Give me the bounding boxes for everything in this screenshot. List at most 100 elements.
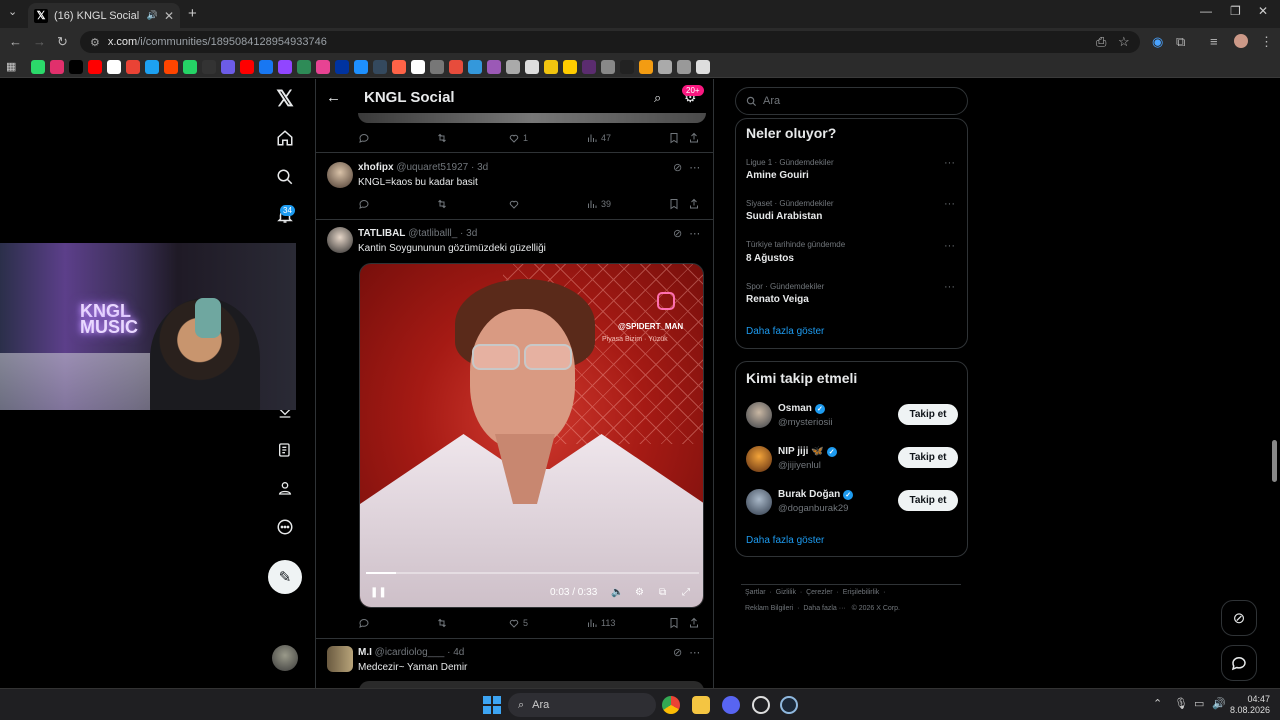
retweet-button[interactable] — [436, 132, 508, 144]
compose-post-button[interactable]: ✎ — [268, 560, 302, 594]
chrome-menu-icon[interactable]: ⋮ — [1260, 34, 1273, 50]
follow-button[interactable]: Takip et — [898, 490, 958, 511]
bookmark-favicon-icon[interactable] — [468, 59, 483, 74]
bookmark-star-icon[interactable]: ☆ — [1118, 34, 1130, 50]
suggestion-name[interactable]: Burak Doğan ✓ — [778, 489, 854, 500]
views-button[interactable]: 47 — [586, 132, 668, 144]
grok-explain-and-more-icons[interactable]: ⊘ ⋯ — [673, 161, 702, 174]
bookmark-favicon-icon[interactable] — [69, 59, 84, 74]
grok-explain-and-more-icons[interactable]: ⊘ ⋯ — [673, 646, 702, 659]
share-icon[interactable] — [688, 132, 700, 144]
grok-explain-and-more-icons[interactable]: ⊘ ⋯ — [673, 227, 702, 240]
avatar[interactable] — [746, 489, 772, 515]
bookmark-favicon-icon[interactable] — [88, 59, 103, 74]
avatar[interactable] — [327, 646, 353, 672]
tweet-author[interactable]: M.I @icardiolog___ · 4d — [358, 647, 464, 658]
bookmark-favicon-icon[interactable] — [601, 59, 616, 74]
bookmark-favicon-icon[interactable] — [639, 59, 654, 74]
footer-link[interactable]: Şartlar — [745, 589, 766, 596]
tweet-author[interactable]: xhofipx @uquaret51927 · 3d — [358, 162, 488, 173]
bookmark-favicon-icon[interactable] — [525, 59, 540, 74]
profile-avatar[interactable] — [1234, 34, 1248, 48]
bookmark-favicon-icon[interactable] — [620, 59, 635, 74]
taskbar-search[interactable]: ⌕ Ara — [508, 693, 656, 717]
volume-icon[interactable]: 🔈 — [611, 587, 623, 598]
search-input[interactable]: Ara — [735, 87, 968, 115]
bookmark-favicon-icon[interactable] — [563, 59, 578, 74]
pip-icon[interactable]: ⧉ — [659, 587, 666, 598]
bookmark-favicon-icon[interactable] — [696, 59, 711, 74]
trend-more-icon[interactable]: ··· — [944, 157, 955, 169]
follow-button[interactable]: Takip et — [898, 447, 958, 468]
microphone-icon[interactable]: 🎙 — [1174, 697, 1188, 710]
trend-more-icon[interactable]: ··· — [944, 240, 955, 252]
site-info-icon[interactable]: ⚙ — [90, 36, 100, 49]
bookmark-favicon-icon[interactable] — [259, 59, 274, 74]
like-button[interactable]: 1 — [508, 132, 586, 144]
bookmark-favicon-icon[interactable] — [50, 59, 65, 74]
more-options-icon[interactable] — [270, 512, 300, 542]
bookmark-favicon-icon[interactable] — [487, 59, 502, 74]
bookmark-favicon-icon[interactable] — [392, 59, 407, 74]
avatar[interactable] — [327, 162, 353, 188]
discord-icon[interactable] — [722, 696, 740, 714]
trend-name[interactable]: Amine Gouiri — [746, 170, 809, 181]
follow-show-more-link[interactable]: Daha fazla göster — [746, 535, 824, 546]
bookmark-favicon-icon[interactable] — [240, 59, 255, 74]
suggestion-name[interactable]: Osman ✓ — [778, 403, 825, 414]
bookmark-favicon-icon[interactable] — [126, 59, 141, 74]
network-icon[interactable]: ▭ — [1194, 697, 1204, 710]
bookmark-favicon-icon[interactable] — [677, 59, 692, 74]
bookmark-favicon-icon[interactable] — [145, 59, 160, 74]
bookmark-favicon-icon[interactable] — [354, 59, 369, 74]
footer-link[interactable]: Reklam Bilgileri — [745, 605, 793, 612]
reload-icon[interactable]: ↻ — [57, 34, 68, 50]
retweet-button[interactable] — [436, 617, 508, 629]
footer-link[interactable]: Daha fazla ··· — [803, 605, 845, 612]
views-button[interactable]: 39 — [586, 198, 668, 210]
chrome-taskbar-icon[interactable] — [662, 696, 680, 714]
bookmark-favicon-icon[interactable] — [183, 59, 198, 74]
pause-icon[interactable]: ❚❚ — [370, 587, 387, 598]
back-arrow-icon[interactable]: ← — [326, 89, 341, 106]
views-button[interactable]: 113 — [586, 617, 668, 629]
grok-float-button[interactable]: ⊘ — [1221, 600, 1257, 636]
page-scrollbar[interactable] — [1272, 440, 1277, 482]
tray-clock[interactable]: 04:47 8.08.2026 — [1230, 694, 1270, 716]
bookmark-favicon-icon[interactable] — [107, 59, 122, 74]
explore-search-icon[interactable] — [270, 162, 300, 192]
trend-name[interactable]: Renato Veiga — [746, 294, 809, 305]
avatar[interactable] — [746, 446, 772, 472]
suggestion-name[interactable]: NIP jiji 🦋 ✓ — [778, 446, 837, 457]
new-tab-button[interactable]: + — [188, 5, 197, 22]
bookmark-favicon-icon[interactable] — [316, 59, 331, 74]
lists-icon[interactable] — [270, 435, 300, 465]
trends-show-more-link[interactable]: Daha fazla göster — [746, 326, 824, 337]
follow-button[interactable]: Takip et — [898, 404, 958, 425]
apps-grid-icon[interactable]: ▦ — [6, 60, 16, 73]
bookmark-favicon-icon[interactable] — [278, 59, 293, 74]
back-icon[interactable]: ← — [9, 34, 22, 49]
bookmark-favicon-icon[interactable] — [544, 59, 559, 74]
bookmark-icon[interactable] — [668, 198, 688, 210]
footer-link[interactable]: Gizlilik — [776, 589, 796, 596]
reply-button[interactable] — [358, 132, 436, 144]
trend-name[interactable]: Suudi Arabistan — [746, 211, 822, 222]
video-player[interactable]: @SPIDERT_MAN Piyasa Bizim · Yüzük ❚❚ 0:0… — [359, 263, 704, 608]
footer-link[interactable]: Erişilebilirlik — [843, 589, 880, 596]
bookmark-favicon-icon[interactable] — [31, 59, 46, 74]
like-button[interactable]: 5 — [508, 617, 586, 629]
bookmark-favicon-icon[interactable] — [164, 59, 179, 74]
bookmark-favicon-icon[interactable] — [449, 59, 464, 74]
speaker-icon[interactable]: 🔊 — [147, 10, 158, 21]
tab-search-icon[interactable]: ⌄ — [8, 5, 17, 18]
reply-button[interactable] — [358, 198, 436, 210]
share-icon[interactable] — [688, 617, 700, 629]
bookmark-favicon-icon[interactable] — [202, 59, 217, 74]
install-app-icon[interactable]: ⎙ — [1096, 34, 1106, 50]
trend-more-icon[interactable]: ··· — [944, 198, 955, 210]
bookmark-favicon-icon[interactable] — [297, 59, 312, 74]
x-logo-icon[interactable]: 𝕏 — [270, 84, 300, 114]
share-icon[interactable] — [688, 198, 700, 210]
like-button[interactable] — [508, 198, 586, 210]
